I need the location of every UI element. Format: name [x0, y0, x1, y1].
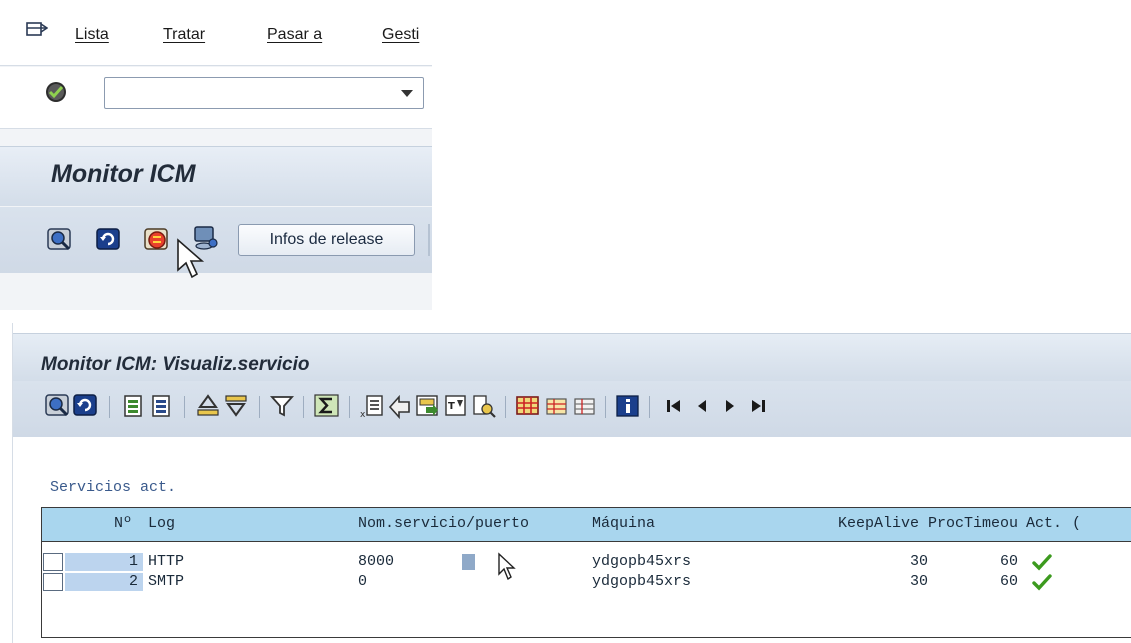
column-header-service-port[interactable]: Nom.servicio/puerto — [358, 515, 529, 532]
active-check-icon — [1032, 554, 1052, 571]
toolbar-separator — [184, 396, 185, 418]
row-no: 2 — [128, 573, 138, 590]
last-page-icon[interactable] — [745, 393, 771, 419]
divider — [42, 541, 1131, 542]
send-icon[interactable] — [387, 393, 413, 419]
menu-icon[interactable] — [26, 22, 48, 38]
row-keepalive: 30 — [909, 573, 928, 590]
next-page-icon[interactable] — [717, 393, 743, 419]
column-header-no[interactable]: Nº — [114, 515, 132, 532]
release-info-button[interactable]: Infos de release — [238, 224, 415, 256]
menu-pasar-a[interactable]: Pasar a — [267, 26, 322, 44]
page-title: Monitor ICM — [51, 160, 196, 188]
enter-check-icon[interactable] — [45, 81, 67, 103]
command-field[interactable] — [104, 77, 424, 109]
mouse-cursor-icon — [177, 238, 205, 279]
column-header-more[interactable]: ( — [1072, 515, 1081, 532]
table-header: Nº Log Nom.servicio/puerto Máquina KeepA… — [42, 508, 1131, 541]
table-row[interactable]: 2 SMTP 0 ydgopb45xrs 30 60 — [42, 572, 1131, 592]
abc-icon[interactable]: T — [443, 393, 469, 419]
row-port: 8000 — [358, 553, 395, 570]
refresh-icon[interactable] — [73, 393, 99, 419]
prev-page-icon[interactable] — [689, 393, 715, 419]
alv-toolbar: x T — [13, 381, 1131, 437]
info-icon[interactable] — [615, 393, 641, 419]
row-no: 1 — [128, 553, 138, 570]
row-selector-checkbox[interactable] — [43, 553, 63, 571]
toolbar-separator — [109, 396, 110, 418]
row-selector-checkbox[interactable] — [43, 573, 63, 591]
first-page-icon[interactable] — [661, 393, 687, 419]
column-header-host[interactable]: Máquina — [592, 515, 655, 532]
row-proctimeout: 60 — [999, 573, 1018, 590]
row-port: 0 — [358, 573, 368, 590]
export-icon[interactable]: x — [359, 393, 385, 419]
toolbar-separator — [649, 396, 650, 418]
menu-bar: Lista Tratar Pasar a Gesti — [0, 0, 432, 66]
column-header-log[interactable]: Log — [148, 515, 175, 532]
layout-change-icon[interactable] — [543, 393, 569, 419]
layout-save-icon[interactable] — [571, 393, 597, 419]
row-proctimeout: 60 — [999, 553, 1018, 570]
text-cursor-marker — [462, 554, 475, 570]
save-icon[interactable] — [415, 393, 441, 419]
column-header-active[interactable]: Act. — [1026, 515, 1062, 532]
column-header-keepalive[interactable]: KeepAlive — [838, 515, 919, 532]
row-log: SMTP — [148, 573, 185, 590]
services-table: Nº Log Nom.servicio/puerto Máquina KeepA… — [41, 507, 1131, 638]
display-icon[interactable] — [47, 227, 73, 253]
sap-window-bottom: Monitor ICM: Visualiz.servicio x T Servi… — [12, 323, 1131, 643]
svg-text:x: x — [360, 410, 366, 419]
toolbar-separator — [349, 396, 350, 418]
toolbar-separator — [259, 396, 260, 418]
list-title: Servicios act. — [50, 479, 177, 496]
sort-desc-icon[interactable] — [223, 393, 249, 419]
title-bar: Monitor ICM: Visualiz.servicio — [13, 333, 1131, 381]
layout-icon[interactable] — [515, 393, 541, 419]
find-icon[interactable] — [471, 393, 497, 419]
menu-lista[interactable]: Lista — [75, 26, 109, 44]
page-title: Monitor ICM: Visualiz.servicio — [41, 354, 310, 375]
table-row[interactable]: 1 HTTP 8000 ydgopb45xrs 30 60 — [42, 552, 1131, 581]
row-keepalive: 30 — [909, 553, 928, 570]
refresh-icon[interactable] — [96, 227, 122, 253]
toolbar-separator — [605, 396, 606, 418]
deselect-all-icon[interactable] — [149, 393, 175, 419]
row-host: ydgopb45xrs — [592, 553, 692, 570]
toolbar-separator — [428, 224, 430, 256]
svg-text:T: T — [448, 401, 455, 412]
menu-tratar[interactable]: Tratar — [163, 26, 205, 44]
active-check-icon — [1032, 574, 1052, 591]
detail-icon[interactable] — [45, 393, 71, 419]
sort-asc-icon[interactable] — [195, 393, 221, 419]
services-icon[interactable] — [144, 227, 170, 253]
filter-icon[interactable] — [269, 393, 295, 419]
row-log: HTTP — [148, 553, 185, 570]
row-host: ydgopb45xrs — [592, 573, 692, 590]
toolbar-separator — [505, 396, 506, 418]
sum-icon[interactable] — [314, 393, 340, 419]
sap-window-top: Lista Tratar Pasar a Gesti Monitor ICM I… — [0, 0, 432, 310]
select-all-icon[interactable] — [121, 393, 147, 419]
column-header-proctimeout[interactable]: ProcTimeou — [928, 515, 1018, 532]
menu-gestion[interactable]: Gesti — [382, 26, 419, 44]
system-toolbar — [0, 67, 432, 129]
chevron-down-icon[interactable] — [401, 90, 413, 97]
toolbar-separator — [303, 396, 304, 418]
